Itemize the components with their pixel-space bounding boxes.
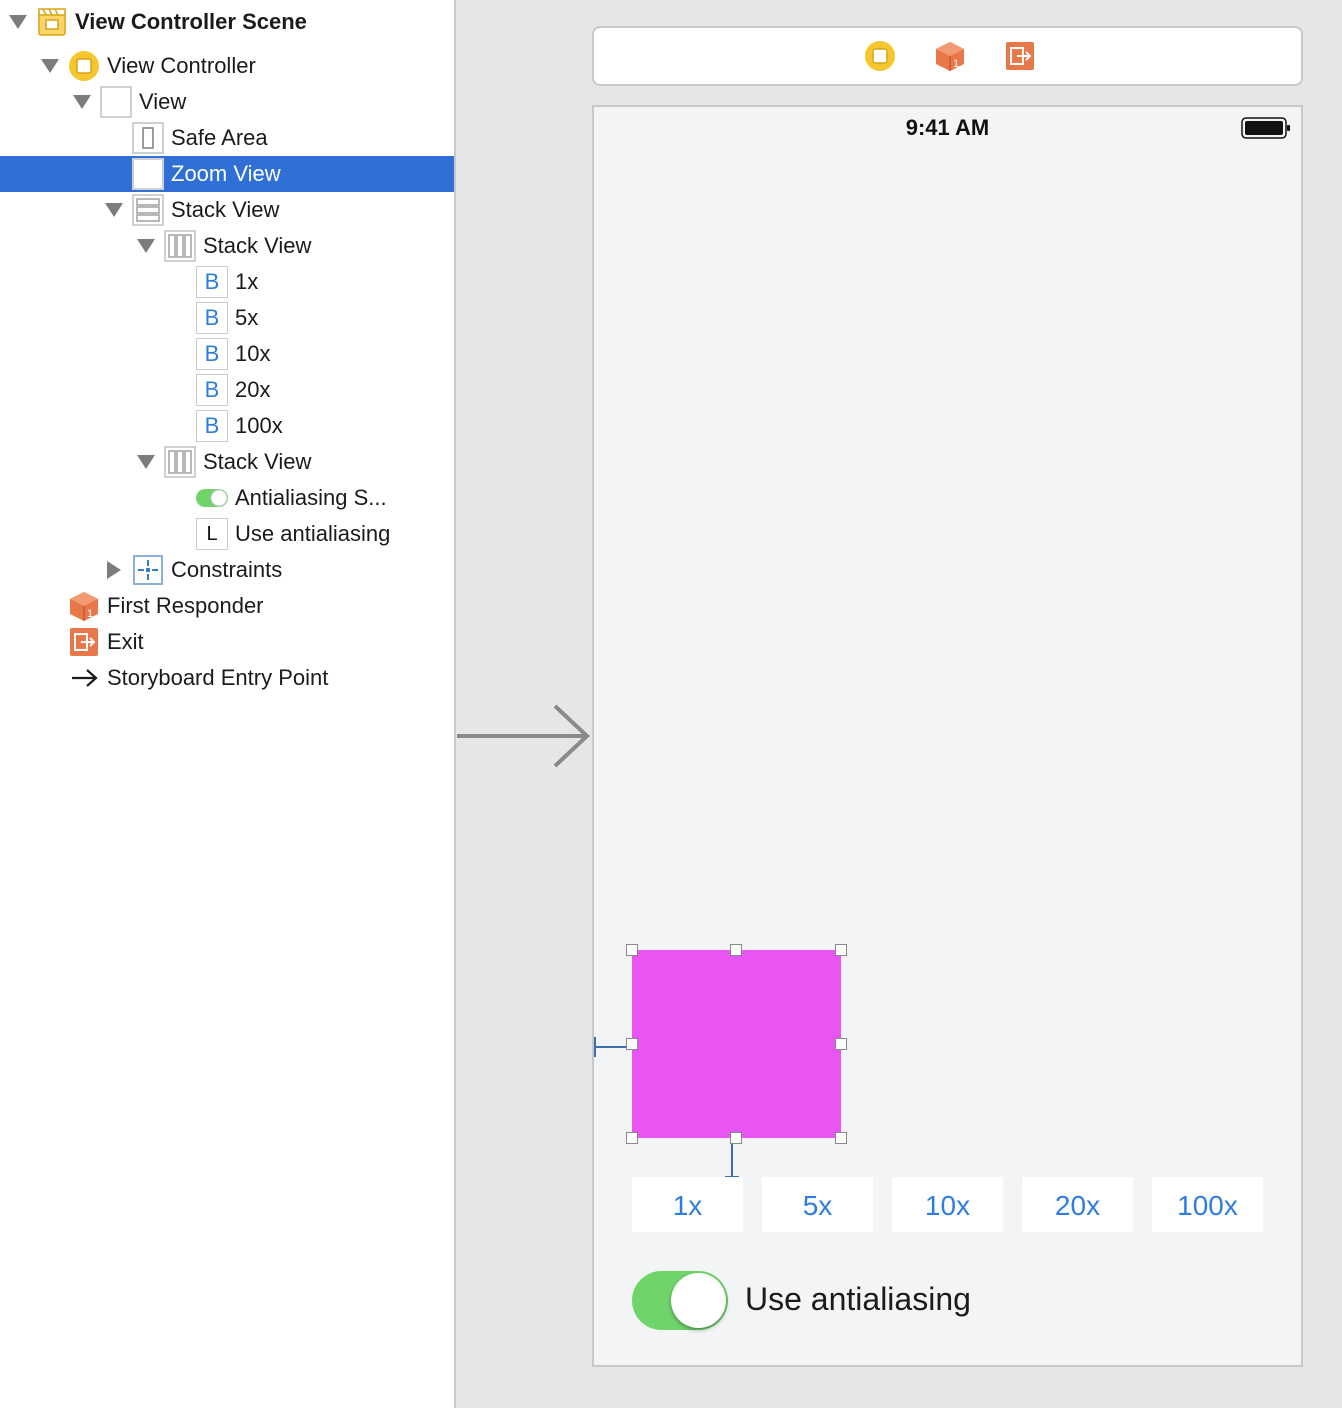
first-responder-icon: 1 bbox=[68, 590, 100, 622]
document-outline: View Controller Scene View Controller Vi… bbox=[0, 0, 454, 1408]
switch-knob bbox=[671, 1273, 726, 1328]
status-bar-time: 9:41 AM bbox=[905, 115, 990, 140]
button-icon: B bbox=[196, 302, 228, 334]
outline-item-zoom-view[interactable]: Zoom View bbox=[0, 156, 454, 192]
safe-area-icon bbox=[132, 122, 164, 154]
outline-item-button-5x[interactable]: B 5x bbox=[0, 300, 454, 336]
zoom-100x-button[interactable]: 100x bbox=[1152, 1177, 1263, 1232]
resize-handle[interactable] bbox=[626, 944, 638, 956]
device-frame: 9:41 AM 1x 5x 10x 20x 100x Use antialias… bbox=[592, 105, 1303, 1367]
outline-item-antialiasing-switch[interactable]: Antialiasing S... bbox=[0, 480, 454, 516]
svg-text:1: 1 bbox=[953, 58, 959, 70]
outline-item-label: Constraints bbox=[171, 557, 283, 582]
outline-item-button-10x[interactable]: B 10x bbox=[0, 336, 454, 372]
outline-item-button-100x[interactable]: B 100x bbox=[0, 408, 454, 444]
storyboard-entry-arrow-icon[interactable] bbox=[455, 700, 595, 772]
outline-item-label: Storyboard Entry Point bbox=[107, 665, 329, 690]
disclosure-triangle-icon[interactable] bbox=[41, 59, 59, 73]
vertical-stack-icon bbox=[132, 194, 164, 226]
outline-item-exit[interactable]: Exit bbox=[0, 624, 454, 660]
disclosure-triangle-icon[interactable] bbox=[105, 203, 123, 217]
zoom-view[interactable] bbox=[626, 944, 847, 1144]
outline-item-storyboard-entry-point[interactable]: Storyboard Entry Point bbox=[0, 660, 454, 696]
constraints-icon bbox=[132, 554, 164, 586]
resize-handle[interactable] bbox=[835, 1132, 847, 1144]
label-icon: L bbox=[196, 518, 228, 550]
outline-item-first-responder[interactable]: 1 First Responder bbox=[0, 588, 454, 624]
outline-item-label: Zoom View bbox=[171, 161, 281, 186]
outline-item-label: 100x bbox=[235, 413, 283, 438]
outline-item-safe-area[interactable]: Safe Area bbox=[0, 120, 454, 156]
resize-handle[interactable] bbox=[626, 1038, 638, 1050]
outline-item-label: Use antialiasing bbox=[235, 521, 391, 546]
outline-item-label: 5x bbox=[235, 305, 259, 330]
outline-item-button-20x[interactable]: B 20x bbox=[0, 372, 454, 408]
battery-icon bbox=[1241, 117, 1290, 139]
outline-item-label: Stack View bbox=[203, 233, 312, 258]
outline-item-stack-view[interactable]: Stack View bbox=[0, 444, 454, 480]
outline-item-constraints[interactable]: Constraints bbox=[0, 552, 454, 588]
outline-item-label: 1x bbox=[235, 269, 259, 294]
resize-handle[interactable] bbox=[835, 1038, 847, 1050]
zoom-20x-button[interactable]: 20x bbox=[1022, 1177, 1133, 1232]
disclosure-triangle-icon[interactable] bbox=[107, 561, 121, 579]
outline-item-label: Antialiasing S... bbox=[235, 485, 387, 510]
disclosure-triangle-icon[interactable] bbox=[9, 15, 27, 29]
view-icon bbox=[132, 158, 164, 190]
outline-item-label: 20x bbox=[235, 377, 271, 402]
outline-item-view-controller[interactable]: View Controller bbox=[0, 48, 454, 84]
button-icon: B bbox=[196, 410, 228, 442]
outline-item-label: Stack View bbox=[171, 197, 280, 222]
storyboard-scene-icon bbox=[36, 6, 68, 38]
outline-item-button-1x[interactable]: B 1x bbox=[0, 264, 454, 300]
outline-item-label-use-antialiasing[interactable]: L Use antialiasing bbox=[0, 516, 454, 552]
view-icon bbox=[100, 86, 132, 118]
zoom-5x-button[interactable]: 5x bbox=[762, 1177, 873, 1232]
button-icon: B bbox=[196, 374, 228, 406]
outline-item-label: Stack View bbox=[203, 449, 312, 474]
use-antialiasing-label: Use antialiasing bbox=[745, 1281, 971, 1317]
horizontal-stack-icon bbox=[164, 230, 196, 262]
svg-text:1: 1 bbox=[87, 608, 93, 620]
first-responder-icon[interactable]: 1 bbox=[934, 40, 966, 72]
button-icon: B bbox=[196, 338, 228, 370]
outline-item-label: View Controller bbox=[107, 53, 256, 78]
button-icon: B bbox=[196, 266, 228, 298]
zoom-1x-button[interactable]: 1x bbox=[632, 1177, 743, 1232]
outline-item-stack-view[interactable]: Stack View bbox=[0, 192, 454, 228]
outline-item-label: Safe Area bbox=[171, 125, 268, 150]
arrow-right-icon bbox=[68, 662, 100, 694]
outline-item-view[interactable]: View bbox=[0, 84, 454, 120]
outline-item-stack-view[interactable]: Stack View bbox=[0, 228, 454, 264]
outline-item-view-controller-scene[interactable]: View Controller Scene bbox=[0, 4, 454, 40]
exit-icon bbox=[68, 626, 100, 658]
resize-handle[interactable] bbox=[835, 944, 847, 956]
resize-handle[interactable] bbox=[730, 1132, 742, 1144]
disclosure-triangle-icon[interactable] bbox=[137, 455, 155, 469]
scene-dock: 1 bbox=[592, 26, 1303, 86]
resize-handle[interactable] bbox=[626, 1132, 638, 1144]
outline-item-label: View Controller Scene bbox=[75, 9, 307, 34]
outline-item-label: First Responder bbox=[107, 593, 264, 618]
disclosure-triangle-icon[interactable] bbox=[73, 95, 91, 109]
view-controller-icon[interactable] bbox=[864, 40, 896, 72]
outline-item-label: View bbox=[139, 89, 187, 114]
exit-icon[interactable] bbox=[1004, 40, 1036, 72]
horizontal-stack-icon bbox=[164, 446, 196, 478]
zoom-10x-button[interactable]: 10x bbox=[892, 1177, 1003, 1232]
view-controller-icon bbox=[68, 50, 100, 82]
switch-icon bbox=[196, 482, 228, 514]
disclosure-triangle-icon[interactable] bbox=[137, 239, 155, 253]
outline-item-label: 10x bbox=[235, 341, 271, 366]
outline-item-label: Exit bbox=[107, 629, 144, 654]
antialiasing-switch[interactable] bbox=[632, 1271, 728, 1330]
resize-handle[interactable] bbox=[730, 944, 742, 956]
